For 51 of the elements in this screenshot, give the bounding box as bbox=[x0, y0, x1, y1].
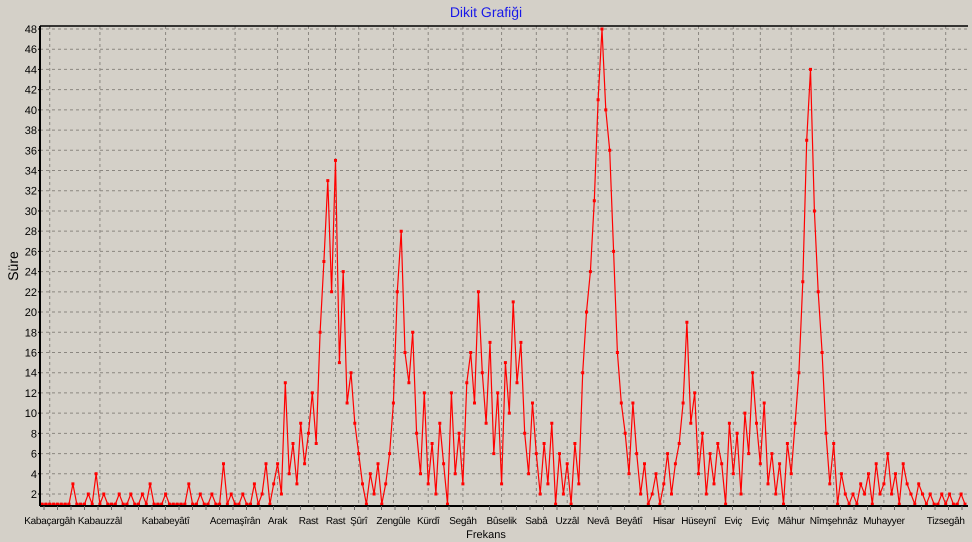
x-tick-label: Rast bbox=[326, 516, 346, 527]
y-tick-label: 34 bbox=[24, 166, 37, 178]
y-tick-label: 20 bbox=[24, 307, 37, 320]
x-tick-label: Tizsegâh bbox=[926, 516, 965, 527]
x-tick-label: Kabaçargâh bbox=[24, 516, 76, 527]
y-tick-label: 6 bbox=[30, 448, 37, 461]
y-tick-label: 46 bbox=[24, 44, 37, 56]
x-tick-label: Eviç bbox=[751, 516, 770, 527]
y-tick-label: 30 bbox=[24, 206, 37, 218]
y-tick-label: 2 bbox=[30, 489, 37, 501]
x-tick-label: Kabauzzâl bbox=[78, 516, 122, 527]
y-tick-label: 18 bbox=[24, 327, 37, 340]
y-tick-label: 44 bbox=[24, 64, 37, 76]
y-tick-label: 12 bbox=[24, 388, 37, 400]
y-tick-label: 48 bbox=[24, 24, 37, 36]
x-tick-label: Zengûle bbox=[376, 516, 410, 527]
y-tick-label: 28 bbox=[24, 226, 37, 238]
x-tick-label: Hisar bbox=[652, 516, 675, 527]
x-tick-label: Kürdî bbox=[417, 516, 440, 527]
x-tick-label: Sabâ bbox=[525, 516, 548, 527]
y-tick-label: 40 bbox=[24, 104, 37, 117]
x-tick-label: Şûrî bbox=[350, 516, 368, 527]
y-tick-label: 16 bbox=[24, 347, 37, 360]
y-tick-label: 32 bbox=[24, 186, 37, 198]
x-tick-label: Rast bbox=[298, 516, 318, 527]
x-tick-label: Nevâ bbox=[587, 516, 610, 527]
y-tick-label: 36 bbox=[24, 145, 37, 158]
y-tick-label: 4 bbox=[30, 468, 37, 481]
x-tick-label: Uzzâl bbox=[555, 516, 579, 527]
y-tick-label: 24 bbox=[24, 266, 37, 279]
x-tick-label: Bûselik bbox=[486, 516, 517, 527]
x-tick-label: Arak bbox=[268, 516, 288, 527]
y-tick-label: 8 bbox=[30, 428, 37, 440]
x-tick-label: Acemaşîrân bbox=[210, 516, 260, 527]
x-tick-label: Beyâtî bbox=[616, 516, 642, 527]
x-tick-label: Hüseynî bbox=[681, 516, 716, 527]
x-tick-label: Segâh bbox=[449, 516, 477, 527]
x-tick-label: Muhayyer bbox=[863, 516, 905, 527]
y-tick-label: 10 bbox=[24, 408, 37, 420]
y-axis-title: Süre bbox=[5, 251, 21, 281]
x-axis-title: Frekans bbox=[466, 529, 506, 541]
chart-title: Dikit Grafiği bbox=[450, 4, 522, 20]
y-tick-label: 38 bbox=[24, 125, 37, 138]
y-tick-label: 26 bbox=[24, 246, 37, 258]
y-tick-label: 22 bbox=[24, 286, 37, 299]
y-tick-label: 14 bbox=[24, 368, 37, 380]
x-tick-label: Nîmşehnâz bbox=[810, 516, 858, 527]
x-tick-label: Eviç bbox=[724, 516, 742, 527]
x-tick-label: Kababeyâtî bbox=[142, 516, 190, 527]
y-tick-label: 42 bbox=[24, 84, 37, 97]
x-tick-label: Mâhur bbox=[778, 516, 805, 527]
